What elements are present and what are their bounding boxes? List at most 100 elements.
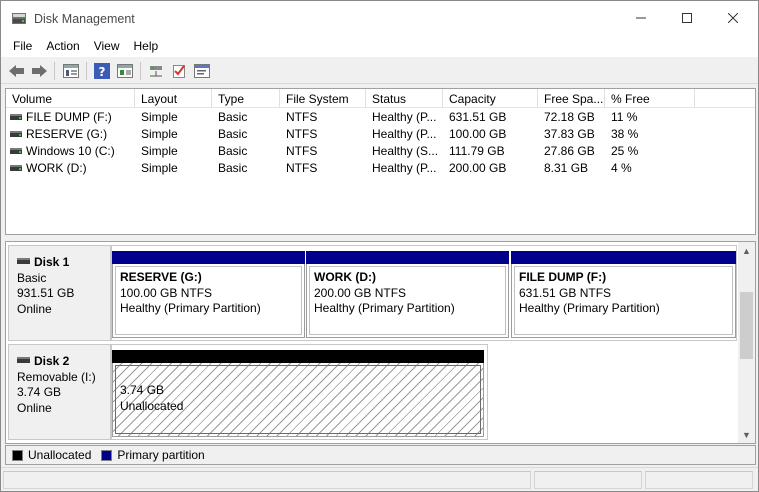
disk-view-scrollbar[interactable]: ▲ ▼ [738, 242, 755, 443]
partition-reserve[interactable]: RESERVE (G:) 100.00 GB NTFS Healthy (Pri… [112, 251, 305, 338]
menu-help[interactable]: Help [127, 35, 166, 57]
status-section [534, 471, 642, 489]
cell-file-system: NTFS [286, 144, 318, 158]
cell-percent-free: 25 % [611, 144, 639, 158]
cell-layout: Simple [141, 127, 178, 141]
column-free-space[interactable]: Free Spa... [538, 89, 605, 108]
cell-type: Basic [218, 144, 248, 158]
disk-size: 3.74 GB [17, 385, 62, 399]
disk-status: Online [17, 400, 52, 415]
partition-size: 200.00 GB NTFS [314, 285, 407, 300]
connect-icon[interactable] [146, 61, 166, 81]
column-percent-free[interactable]: % Free [605, 89, 695, 108]
disk-type: Basic [17, 270, 47, 285]
partition-unallocated[interactable]: 3.74 GB Unallocated [112, 350, 484, 437]
disk-management-window: Disk Management File Action View Help ? [0, 0, 759, 492]
partition-name: WORK (D:) [314, 270, 376, 284]
column-file-system[interactable]: File System [280, 89, 366, 108]
help-icon[interactable]: ? [92, 61, 112, 81]
disk-name: Disk 2 [34, 354, 70, 368]
maximize-button[interactable] [664, 1, 710, 35]
volume-row[interactable]: RESERVE (G:) Simple Basic NTFS Healthy (P...… [6, 126, 755, 143]
close-button[interactable] [710, 1, 756, 35]
partition-size: 100.00 GB NTFS [120, 285, 213, 300]
disk-management-app-icon [11, 11, 27, 26]
forward-icon[interactable] [29, 61, 49, 81]
column-status[interactable]: Status [366, 89, 443, 108]
cell-status: Healthy (P... [372, 161, 437, 175]
cell-volume-name: Windows 10 (C:) [26, 144, 115, 158]
cell-volume-name: WORK (D:) [26, 161, 87, 175]
column-type[interactable]: Type [212, 89, 280, 108]
menu-action[interactable]: Action [39, 35, 86, 57]
toolbar-separator [86, 62, 87, 80]
partition-bar [112, 350, 484, 363]
partition-work[interactable]: WORK (D:) 200.00 GB NTFS Healthy (Primar… [306, 251, 509, 338]
column-capacity[interactable]: Capacity [443, 89, 538, 108]
column-volume[interactable]: Volume [6, 89, 135, 108]
disk-size: 931.51 GB [17, 286, 75, 300]
cell-capacity: 200.00 GB [449, 161, 507, 175]
cell-status: Healthy (P... [372, 110, 437, 124]
minimize-button[interactable] [618, 1, 664, 35]
status-bar [1, 467, 758, 491]
toolbar: ? [1, 58, 758, 84]
volume-row[interactable]: WORK (D:) Simple Basic NTFS Healthy (P... 200… [6, 160, 755, 177]
partition-bar [511, 251, 736, 264]
cell-capacity: 111.79 GB [449, 144, 505, 158]
cell-file-system: NTFS [286, 110, 318, 124]
cell-type: Basic [218, 127, 248, 141]
disk-1-label[interactable]: Disk 1 Basic 931.51 GB Online [8, 245, 111, 341]
partition-size: 631.51 GB NTFS [519, 285, 612, 300]
status-section [645, 471, 753, 489]
volume-list-header: Volume Layout Type File System Status Ca… [6, 89, 755, 108]
disk-list-icon[interactable] [61, 61, 81, 81]
cell-status: Healthy (S... [372, 144, 439, 158]
legend-item-primary: Primary partition [101, 448, 205, 462]
legend-label: Primary partition [117, 448, 205, 462]
partition-status: Healthy (Primary Partition) [519, 301, 660, 315]
menu-view[interactable]: View [87, 35, 127, 57]
cell-free-space: 37.83 GB [544, 127, 595, 141]
title-bar: Disk Management [1, 1, 758, 35]
svg-text:?: ? [99, 65, 106, 79]
cell-type: Basic [218, 110, 248, 124]
menu-bar: File Action View Help [1, 35, 758, 57]
window-title: Disk Management [34, 12, 135, 26]
cell-percent-free: 4 % [611, 161, 632, 175]
legend-label: Unallocated [28, 448, 92, 462]
cell-free-space: 27.86 GB [544, 144, 595, 158]
legend-swatch [12, 449, 23, 461]
check-icon[interactable] [169, 61, 189, 81]
scroll-down-icon[interactable]: ▼ [738, 426, 755, 443]
cell-type: Basic [218, 161, 248, 175]
drive-icon [10, 114, 22, 120]
partition-status: Healthy (Primary Partition) [120, 301, 261, 315]
disk-graphical-view: Disk 1 Basic 931.51 GB Online RESERVE (G… [5, 241, 756, 444]
back-icon[interactable] [7, 61, 27, 81]
properties-icon[interactable] [115, 61, 135, 81]
drive-icon [10, 165, 22, 171]
cell-layout: Simple [141, 110, 178, 124]
column-layout[interactable]: Layout [135, 89, 212, 108]
status-section [3, 471, 531, 489]
disk-2-label[interactable]: Disk 2 Removable (I:) 3.74 GB Online [8, 344, 111, 440]
partition-status: Healthy (Primary Partition) [314, 301, 455, 315]
drive-icon [10, 148, 22, 154]
partition-file-dump[interactable]: FILE DUMP (F:) 631.51 GB NTFS Healthy (P… [511, 251, 736, 338]
scroll-up-icon[interactable]: ▲ [738, 242, 755, 259]
cell-free-space: 72.18 GB [544, 110, 595, 124]
console-icon[interactable] [192, 61, 212, 81]
volume-row[interactable]: Windows 10 (C:) Simple Basic NTFS Healthy (S… [6, 143, 755, 160]
partition-status: Unallocated [120, 398, 184, 413]
cell-layout: Simple [141, 161, 178, 175]
disk-type: Removable (I:) [17, 369, 96, 384]
scrollbar-thumb[interactable] [740, 292, 753, 359]
disk-name: Disk 1 [34, 255, 70, 269]
volume-row[interactable]: FILE DUMP (F:) Simple Basic NTFS Healthy (P.… [6, 109, 755, 126]
cell-percent-free: 11 % [611, 110, 638, 124]
disk-icon [17, 258, 30, 264]
partition-size: 3.74 GB [120, 383, 165, 397]
menu-file[interactable]: File [1, 35, 39, 57]
cell-percent-free: 38 % [611, 127, 639, 141]
